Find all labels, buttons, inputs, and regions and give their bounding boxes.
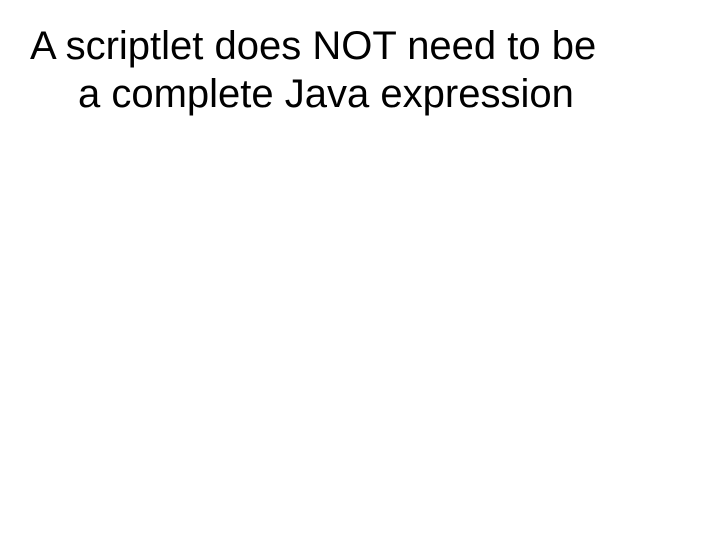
slide-title: A scriptlet does NOT need to be a comple… xyxy=(30,22,690,118)
title-line-1: A scriptlet does NOT need to be xyxy=(30,22,690,70)
slide-container: A scriptlet does NOT need to be a comple… xyxy=(0,0,720,540)
title-line-2: a complete Java expression xyxy=(30,70,690,118)
